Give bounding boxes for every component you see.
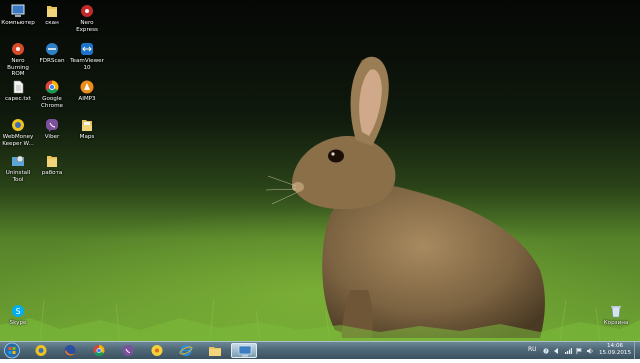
desktop-icon-label: Nero Express bbox=[76, 20, 98, 33]
clock[interactable]: 14:06 15.09.2015 bbox=[598, 343, 632, 357]
computer-icon bbox=[11, 4, 25, 17]
nero-express-icon bbox=[81, 5, 93, 17]
desktop-icon-teamviewer[interactable]: TeamViewer 10 bbox=[69, 41, 105, 71]
taskbar-icq[interactable] bbox=[144, 343, 170, 358]
taskbar-chrome[interactable] bbox=[86, 343, 112, 358]
internet-explorer-icon bbox=[179, 345, 193, 356]
start-button[interactable] bbox=[2, 342, 22, 359]
aimp-icon bbox=[80, 80, 94, 94]
taskbar-internet-explorer[interactable] bbox=[173, 343, 199, 358]
desktop-icon-label: скан bbox=[45, 20, 59, 26]
icq-icon bbox=[151, 345, 163, 356]
windows-logo-icon bbox=[4, 342, 20, 359]
action-center-flag-icon[interactable] bbox=[576, 348, 583, 354]
desktop-icon-rabota[interactable]: работа bbox=[34, 153, 70, 177]
desktop-icon-label: Uninstall Tool bbox=[5, 170, 31, 183]
folder-maps-icon bbox=[82, 120, 92, 131]
viber-icon bbox=[122, 345, 134, 356]
folder-icon bbox=[47, 6, 57, 17]
recycle-bin-icon bbox=[611, 306, 621, 318]
teamviewer-icon bbox=[81, 43, 93, 55]
desktop-icon-label: AIMP3 bbox=[78, 96, 96, 102]
desktop-icon-label: Google Chrome bbox=[41, 96, 63, 109]
desktop-icon-google-chrome[interactable]: Google Chrome bbox=[34, 79, 70, 109]
desktop-icon-viber[interactable]: Viber bbox=[34, 117, 70, 141]
folder-icon bbox=[47, 156, 57, 167]
clock-date: 15.09.2015 bbox=[598, 350, 632, 356]
desktop-icon-label: Skype bbox=[9, 320, 27, 326]
desktop-icon-label: WebMoney Keeper W... bbox=[2, 134, 34, 147]
show-hidden-icons-icon[interactable] bbox=[554, 348, 559, 354]
desktop-icon-label: FDRScan bbox=[39, 58, 65, 64]
text-file-icon bbox=[13, 80, 24, 94]
taskbar-remote-desktop[interactable] bbox=[231, 343, 257, 358]
desktop-icon-label: Nero Burning ROM bbox=[7, 58, 29, 78]
desktop-icon-computer[interactable]: Компьютер bbox=[0, 3, 36, 27]
taskbar-explorer[interactable] bbox=[202, 343, 228, 358]
show-desktop-button[interactable] bbox=[634, 342, 640, 359]
desktop-icon-skype[interactable]: S Skype bbox=[0, 303, 36, 327]
taskbar-webmoney[interactable] bbox=[28, 343, 54, 358]
webmoney-icon bbox=[35, 345, 47, 356]
svg-text:S: S bbox=[15, 307, 20, 316]
viber-icon bbox=[46, 119, 58, 132]
webmoney-icon bbox=[12, 119, 24, 131]
desktop-icon-label: Maps bbox=[79, 134, 95, 140]
language-indicator[interactable]: RU bbox=[528, 346, 537, 353]
explorer-folder-icon bbox=[209, 347, 221, 356]
desktop-icon-uninstall-tool[interactable]: Uninstall Tool bbox=[0, 153, 36, 183]
desktop-icon-nero-express[interactable]: Nero Express bbox=[69, 3, 105, 33]
firefox-icon bbox=[64, 345, 76, 356]
skype-icon: S bbox=[12, 305, 24, 317]
desktop-icon-nero-burning-rom[interactable]: Nero Burning ROM bbox=[0, 41, 36, 78]
remote-desktop-icon bbox=[238, 345, 252, 357]
desktop-icon-scan[interactable]: скан bbox=[34, 3, 70, 27]
taskbar-viber[interactable] bbox=[115, 343, 141, 358]
nero-burning-rom-icon bbox=[12, 43, 24, 55]
desktop-icon-label: работа bbox=[41, 170, 63, 176]
desktop-icon-text-file[interactable]: сарес.txt bbox=[0, 79, 36, 103]
uninstall-tool-icon bbox=[12, 155, 24, 166]
chrome-icon bbox=[93, 345, 105, 357]
desktop-icon-label: сарес.txt bbox=[4, 96, 32, 102]
network-icon[interactable] bbox=[565, 348, 572, 354]
volume-icon[interactable] bbox=[587, 348, 594, 354]
desktop-icon-label: Компьютер bbox=[1, 20, 35, 26]
desktop-icon-webmoney[interactable]: WebMoney Keeper W... bbox=[0, 117, 36, 147]
chrome-icon bbox=[45, 80, 59, 94]
clock-time: 14:06 bbox=[606, 343, 624, 349]
desktop-icon-label: Viber bbox=[44, 134, 60, 140]
fdrscan-icon bbox=[46, 43, 58, 55]
desktop-icon-label: Корзина bbox=[603, 320, 629, 326]
desktop-icon-recycle-bin[interactable]: Корзина bbox=[598, 303, 634, 327]
desktop-icon-aimp3[interactable]: AIMP3 bbox=[69, 79, 105, 103]
desktop-icon-label: TeamViewer 10 bbox=[70, 58, 104, 71]
taskbar: RU ? 14:06 15.09.2015 bbox=[0, 341, 640, 359]
desktop-icon-maps[interactable]: Maps bbox=[69, 117, 105, 141]
desktop-icon-fdrscan[interactable]: FDRScan bbox=[34, 41, 70, 65]
help-icon[interactable]: ? bbox=[543, 348, 549, 354]
taskbar-firefox[interactable] bbox=[57, 343, 83, 358]
